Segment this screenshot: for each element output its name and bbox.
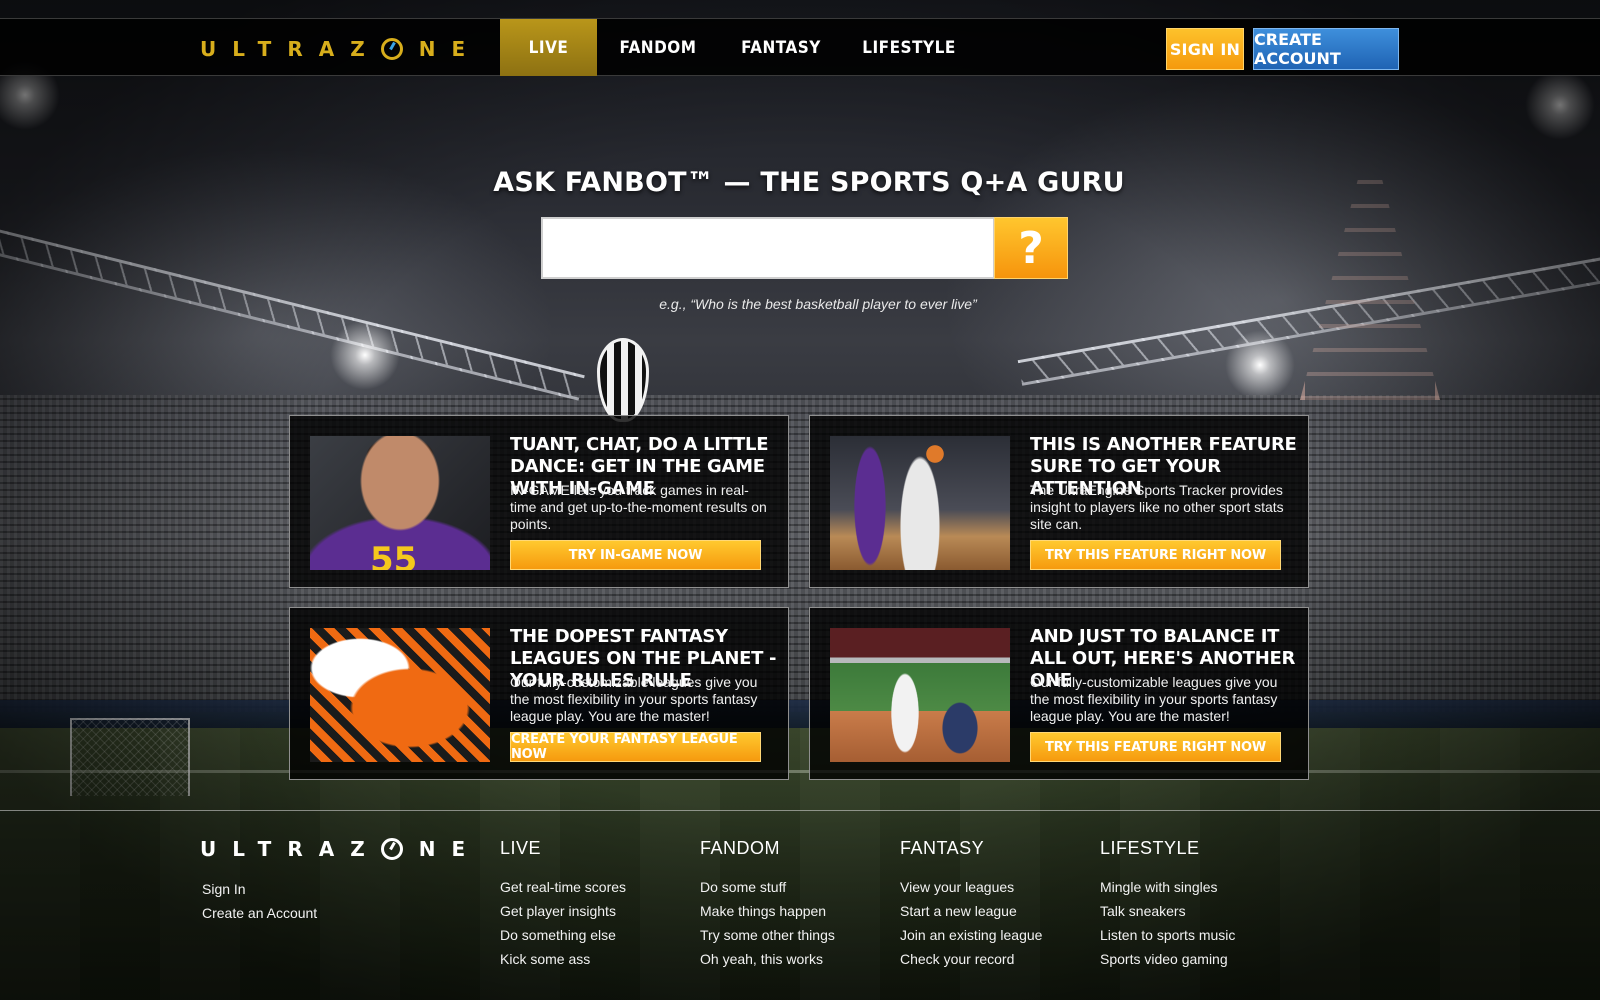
fanbot-search-button[interactable]: ?: [994, 217, 1068, 279]
jersey-number-graphic: 55: [370, 540, 418, 570]
footer-heading: FANTASY: [900, 838, 985, 858]
main-nav: LIVE FANDOM FANTASY LIFESTYLE: [500, 19, 975, 76]
footer-link[interactable]: Get player insights: [500, 899, 690, 923]
search-hint: e.g., “Who is the best basketball player…: [659, 296, 977, 312]
footer-link[interactable]: Sports video gaming: [1100, 947, 1290, 971]
footer-link[interactable]: Mingle with singles: [1100, 875, 1290, 899]
card-text: The UltraEngine Sports Tracker provides …: [1030, 482, 1284, 532]
ultrazone-logo[interactable]: ULTRAZ NE: [200, 36, 481, 62]
feature-card-tracker: THIS IS ANOTHER FEATURE SURE TO GET YOUR…: [809, 415, 1309, 588]
footer-link[interactable]: View your leagues: [900, 875, 1090, 899]
footer-sign-in-link[interactable]: Sign In: [202, 877, 317, 901]
footer-link[interactable]: Do something else: [500, 923, 690, 947]
create-fantasy-league-button[interactable]: CREATE YOUR FANTASY LEAGUE NOW: [510, 732, 761, 762]
footer-link[interactable]: Make things happen: [700, 899, 890, 923]
top-navbar: ULTRAZ NE LIVE FANDOM FANTASY LIFESTYLE …: [0, 18, 1600, 76]
nav-fantasy[interactable]: FANTASY: [719, 19, 843, 76]
card-text: Our fully-customizable leagues give you …: [1030, 674, 1278, 724]
logo-text-suffix: NE: [418, 37, 482, 61]
basketball-photo: [830, 436, 1010, 570]
footer-link[interactable]: Start a new league: [900, 899, 1090, 923]
footer-heading: FANDOM: [700, 838, 781, 858]
footer-divider: [0, 810, 1600, 811]
feature-card-ingame: 55 TUANT, CHAT, DO A LITTLE DANCE: GET I…: [289, 415, 789, 588]
footer-column-live: LIVE Get real-time scores Get player ins…: [500, 838, 690, 971]
nav-live[interactable]: LIVE: [500, 19, 597, 76]
logo-text-prefix: ULTRAZ: [200, 837, 381, 861]
try-feature-button[interactable]: TRY THIS FEATURE RIGHT NOW: [1030, 540, 1281, 570]
question-mark-icon: ?: [1018, 222, 1044, 274]
baseball-photo: [830, 628, 1010, 762]
footer-heading: LIFESTYLE: [1100, 838, 1200, 858]
try-feature-button[interactable]: TRY THIS FEATURE RIGHT NOW: [1030, 732, 1281, 762]
football-tackle-photo: [310, 628, 490, 762]
footer-link[interactable]: Try some other things: [700, 923, 890, 947]
fanbot-search-input[interactable]: [541, 217, 995, 279]
footer-link[interactable]: Oh yeah, this works: [700, 947, 890, 971]
footer-link[interactable]: Join an existing league: [900, 923, 1090, 947]
football-player-photo: 55: [310, 436, 490, 570]
sign-in-button[interactable]: SIGN IN: [1166, 28, 1244, 70]
footer-column-fantasy: FANTASY View your leagues Start a new le…: [900, 838, 1090, 971]
footer-heading: LIVE: [500, 838, 542, 858]
footer-create-account-link[interactable]: Create an Account: [202, 901, 317, 925]
footer-link[interactable]: Kick some ass: [500, 947, 690, 971]
nav-fandom[interactable]: FANDOM: [597, 19, 719, 76]
try-ingame-button[interactable]: TRY IN-GAME NOW: [510, 540, 761, 570]
footer-link[interactable]: Talk sneakers: [1100, 899, 1290, 923]
feature-card-another: AND JUST TO BALANCE IT ALL OUT, HERE'S A…: [809, 607, 1309, 780]
create-account-button[interactable]: CREATE ACCOUNT: [1253, 28, 1399, 70]
footer-link[interactable]: Get real-time scores: [500, 875, 690, 899]
fanbot-title: ASK FANBOT™ — THE SPORTS Q+A GURU: [493, 167, 1125, 198]
footer-column-lifestyle: LIFESTYLE Mingle with singles Talk sneak…: [1100, 838, 1290, 971]
footer-logo[interactable]: ULTRAZ NE: [200, 836, 481, 862]
logo-clock-icon: [380, 838, 403, 860]
card-text: Our fully-customizable leagues give you …: [510, 674, 758, 724]
footer-link[interactable]: Listen to sports music: [1100, 923, 1290, 947]
nav-lifestyle[interactable]: LIFESTYLE: [843, 19, 975, 76]
footer-link[interactable]: Do some stuff: [700, 875, 890, 899]
footer-link[interactable]: Check your record: [900, 947, 1090, 971]
logo-text-prefix: ULTRAZ: [200, 37, 381, 61]
logo-clock-icon: [380, 38, 403, 60]
feature-card-fantasy: THE DOPEST FANTASY LEAGUES ON THE PLANET…: [289, 607, 789, 780]
footer-account-links: Sign In Create an Account: [202, 877, 317, 925]
footer-column-fandom: FANDOM Do some stuff Make things happen …: [700, 838, 890, 971]
card-text: IN-GAME lets you track games in real-tim…: [510, 482, 767, 532]
logo-text-suffix: NE: [418, 837, 482, 861]
